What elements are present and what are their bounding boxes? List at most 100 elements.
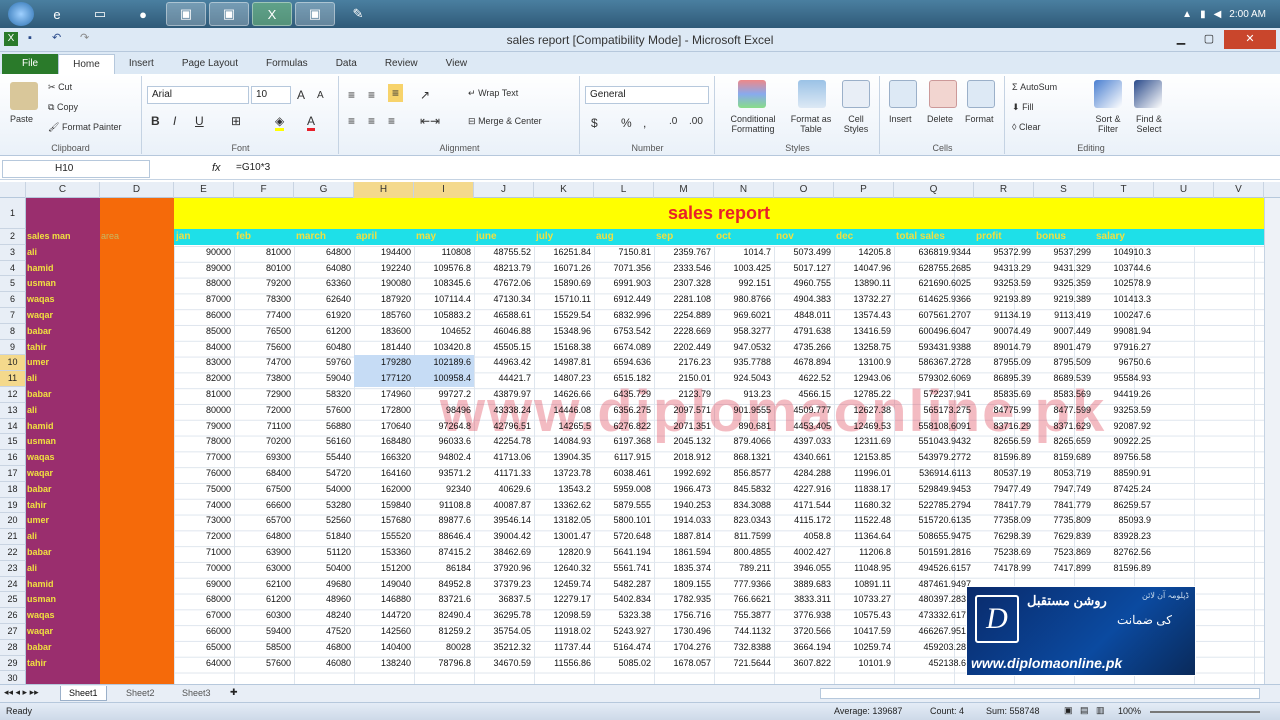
insert-cells-button[interactable]: Insert (889, 114, 912, 124)
data-cell[interactable]: 81596.89 (974, 450, 1034, 466)
data-cell[interactable]: 1914.033 (654, 513, 714, 529)
data-cell[interactable]: 13904.35 (534, 450, 594, 466)
data-cell[interactable]: 2202.449 (654, 340, 714, 356)
column-header-g[interactable]: G (294, 182, 354, 198)
column-header-e[interactable]: E (174, 182, 234, 198)
minimize-button[interactable]: ▁ (1168, 30, 1194, 49)
data-cell[interactable]: 72000 (174, 529, 234, 545)
data-cell[interactable]: 94802.4 (414, 450, 474, 466)
vertical-scrollbar[interactable] (1264, 198, 1280, 684)
close-button[interactable]: ✕ (1224, 30, 1276, 49)
data-cell[interactable]: 2228.669 (654, 324, 714, 340)
salesman-cell[interactable]: babar (26, 323, 100, 340)
salesman-cell[interactable]: babar (26, 387, 100, 403)
data-cell[interactable]: 614625.9366 (894, 292, 974, 308)
data-cell[interactable]: 88000 (174, 276, 234, 292)
data-cell[interactable]: 86184 (414, 561, 474, 577)
normal-view-icon[interactable]: ▣ (1064, 705, 1073, 716)
data-cell[interactable]: 9431.329 (1034, 261, 1094, 277)
data-cell[interactable]: 103420.8 (414, 340, 474, 356)
data-cell[interactable]: 94313.29 (974, 261, 1034, 277)
salesman-cell[interactable]: tahir (26, 339, 100, 356)
data-cell[interactable]: 2176.23 (654, 355, 714, 371)
data-cell[interactable]: 11048.95 (834, 561, 894, 577)
sheet-nav-arrows[interactable]: ◂◂ ◂ ▸ ▸▸ (4, 687, 39, 698)
data-cell[interactable]: 901.9555 (714, 403, 774, 419)
paste-icon[interactable] (10, 82, 38, 110)
orientation-icon[interactable]: ↗ (420, 88, 430, 102)
data-cell[interactable]: 6594.636 (594, 355, 654, 371)
borders-icon[interactable]: ⊞ (231, 114, 241, 128)
data-cell[interactable]: 5164.474 (594, 640, 654, 656)
format-table-icon[interactable] (798, 80, 826, 108)
data-cell[interactable]: 65700 (234, 513, 294, 529)
data-cell[interactable]: 48960 (294, 592, 354, 608)
restore-button[interactable]: ▢ (1196, 30, 1222, 49)
data-cell[interactable]: 6515.182 (594, 371, 654, 387)
data-cell[interactable]: 101413.3 (1094, 292, 1154, 308)
data-cell[interactable]: 72000 (234, 403, 294, 419)
middle-align-icon[interactable]: ≡ (368, 88, 375, 102)
data-cell[interactable]: 153360 (354, 545, 414, 561)
data-cell[interactable]: 487461.9497 (894, 577, 974, 593)
row-header[interactable]: 25 (0, 592, 26, 609)
data-cell[interactable]: 71100 (234, 419, 294, 435)
data-cell[interactable]: 13543.2 (534, 482, 594, 498)
data-cell[interactable]: 63000 (234, 561, 294, 577)
data-cell[interactable]: 82656.59 (974, 434, 1034, 450)
data-cell[interactable]: 77358.09 (974, 513, 1034, 529)
data-cell[interactable]: 75238.69 (974, 545, 1034, 561)
find-select-icon[interactable] (1134, 80, 1162, 108)
bottom-align-icon[interactable]: ≡ (388, 84, 404, 102)
data-cell[interactable]: 39004.42 (474, 529, 534, 545)
data-cell[interactable]: 2359.767 (654, 245, 714, 261)
data-cell[interactable]: 3833.311 (774, 592, 834, 608)
data-cell[interactable]: 4227.916 (774, 482, 834, 498)
grow-font-icon[interactable]: A (297, 88, 305, 102)
data-cell[interactable]: 40629.6 (474, 482, 534, 498)
salesman-cell[interactable]: waqas (26, 608, 100, 624)
column-title[interactable]: total sales (894, 229, 974, 245)
data-cell[interactable]: 13258.75 (834, 340, 894, 356)
data-cell[interactable]: 174960 (354, 387, 414, 403)
sort-filter-icon[interactable] (1094, 80, 1122, 108)
data-cell[interactable]: 166320 (354, 450, 414, 466)
data-cell[interactable]: 4002.427 (774, 545, 834, 561)
column-header-v[interactable]: V (1214, 182, 1264, 198)
wrap-text-button[interactable]: ↵ Wrap Text (468, 88, 518, 99)
data-cell[interactable]: 80100 (234, 261, 294, 277)
data-cell[interactable]: 8159.689 (1034, 450, 1094, 466)
column-header-i[interactable]: I (414, 182, 474, 198)
data-cell[interactable]: 6435.729 (594, 387, 654, 403)
column-header-f[interactable]: F (234, 182, 294, 198)
app2-taskbar-icon[interactable]: ▣ (209, 2, 249, 26)
data-cell[interactable]: 162000 (354, 482, 414, 498)
column-title[interactable]: june (474, 229, 534, 245)
data-cell[interactable]: 11996.01 (834, 466, 894, 482)
salesman-cell[interactable]: ali (26, 244, 100, 261)
data-cell[interactable]: 70000 (174, 561, 234, 577)
format-painter-button[interactable]: 🖌 Format Painter (48, 122, 121, 133)
data-cell[interactable]: 1678.057 (654, 656, 714, 672)
clock[interactable]: 2:00 AM (1229, 9, 1266, 20)
data-cell[interactable]: 164160 (354, 466, 414, 482)
data-cell[interactable]: 80028 (414, 640, 474, 656)
data-cell[interactable]: 78000 (174, 434, 234, 450)
column-title[interactable]: nov (774, 229, 834, 245)
tray-arrow-icon[interactable]: ▲ (1182, 9, 1192, 20)
column-title[interactable]: may (414, 229, 474, 245)
data-cell[interactable]: 2018.912 (654, 450, 714, 466)
data-cell[interactable]: 76500 (234, 324, 294, 340)
data-cell[interactable]: 1992.692 (654, 466, 714, 482)
data-cell[interactable]: 5085.02 (594, 656, 654, 672)
data-cell[interactable]: 77400 (234, 308, 294, 324)
data-cell[interactable]: 88646.4 (414, 529, 474, 545)
data-cell[interactable]: 529849.9453 (894, 482, 974, 498)
data-cell[interactable]: 92340 (414, 482, 474, 498)
salesman-cell[interactable]: waqar (26, 466, 100, 482)
data-cell[interactable]: 856.8577 (714, 466, 774, 482)
salesman-cell[interactable]: ali (26, 371, 100, 387)
data-cell[interactable]: 3664.194 (774, 640, 834, 656)
app3-taskbar-icon[interactable]: ▣ (295, 2, 335, 26)
formula-input[interactable]: =G10*3 (236, 162, 270, 173)
